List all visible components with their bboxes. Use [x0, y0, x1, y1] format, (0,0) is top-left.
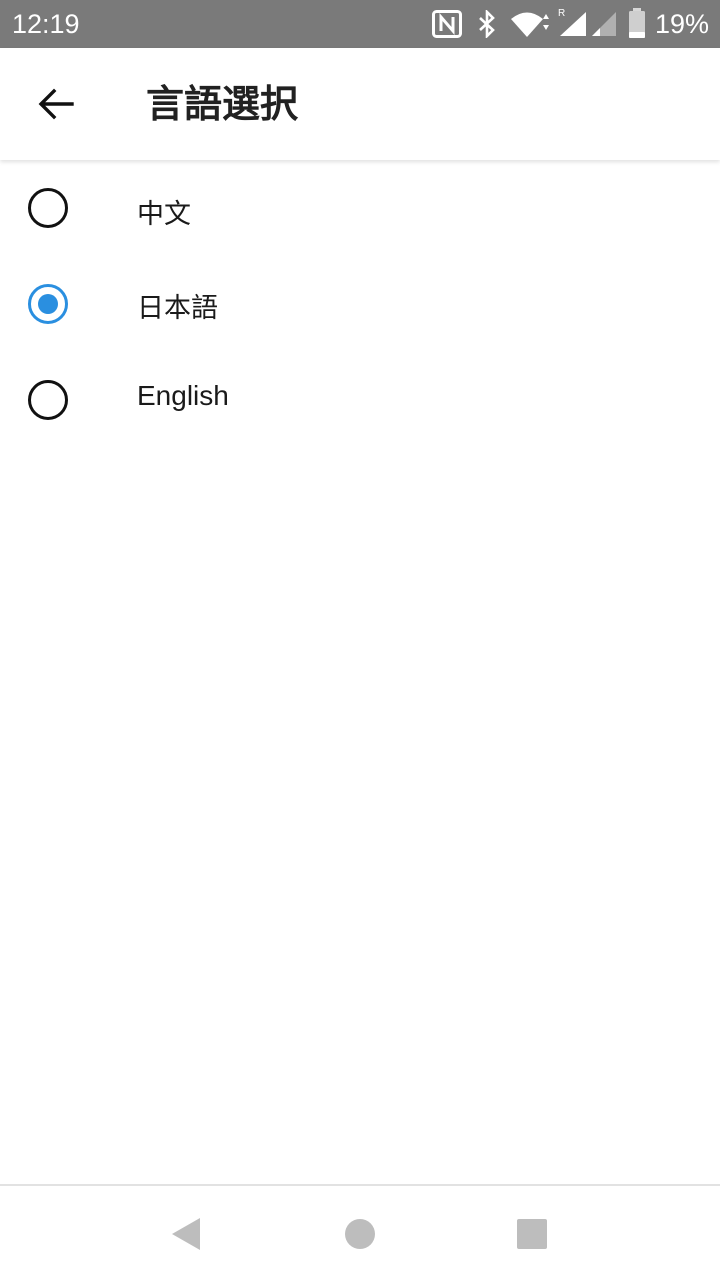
language-option-english[interactable]: English	[0, 352, 720, 448]
signal-icon: R	[558, 8, 586, 36]
language-option-chinese[interactable]: 中文	[0, 160, 720, 256]
status-time: 12:19	[12, 9, 80, 39]
language-label: 中文	[137, 199, 191, 230]
battery-icon	[629, 8, 645, 38]
navigation-bar	[0, 1184, 720, 1280]
language-option-japanese[interactable]: 日本語	[0, 256, 720, 352]
radio-button-unchecked[interactable]	[28, 188, 68, 228]
radio-button-checked[interactable]	[28, 284, 68, 324]
home-circle-icon[interactable]	[342, 1216, 378, 1252]
bluetooth-icon	[479, 10, 495, 38]
radio-button-unchecked[interactable]	[28, 380, 68, 420]
language-label: 日本語	[137, 293, 218, 324]
language-label: English	[137, 380, 229, 411]
battery-percentage: 19%	[655, 9, 710, 39]
radio-selected-dot	[38, 294, 58, 314]
page-title: 言語選択	[146, 82, 299, 126]
wifi-icon	[511, 12, 549, 37]
svg-text:R: R	[558, 8, 565, 19]
arrow-left-icon	[38, 88, 74, 120]
language-options-list: 中文 日本語 English	[0, 160, 720, 448]
back-triangle-icon[interactable]	[168, 1216, 204, 1252]
signal-weak-icon	[592, 12, 616, 36]
app-bar: 言語選択	[0, 48, 720, 160]
nfc-icon	[432, 10, 462, 38]
status-bar: 12:19 R 19%	[0, 0, 720, 48]
recents-square-icon[interactable]	[514, 1216, 550, 1252]
back-button[interactable]	[26, 76, 86, 132]
